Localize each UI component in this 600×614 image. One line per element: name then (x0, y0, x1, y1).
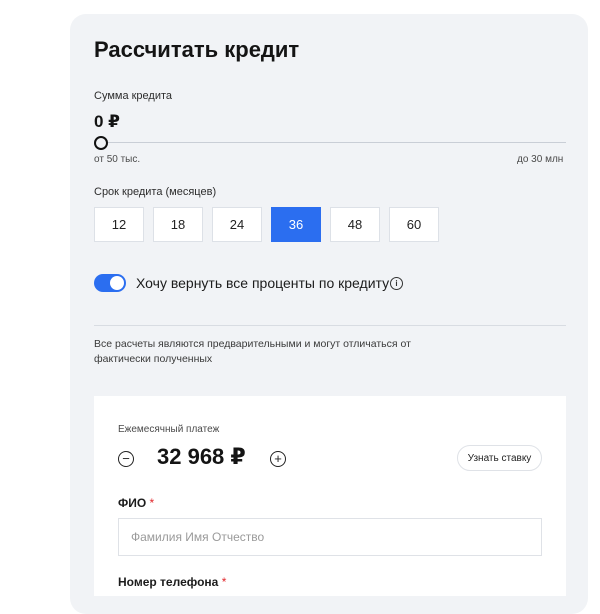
minus-icon[interactable]: − (118, 451, 134, 467)
amount-label: Сумма кредита (94, 90, 173, 102)
term-option-48[interactable]: 48 (330, 207, 380, 242)
name-field-label: ФИО * (118, 496, 154, 510)
term-option-24[interactable]: 24 (212, 207, 262, 242)
name-label-text: ФИО (118, 496, 147, 510)
monthly-payment-value: 32 968 ₽ (157, 444, 246, 469)
term-label: Срок кредита (месяцев) (94, 186, 217, 198)
plus-icon[interactable]: + (270, 451, 286, 467)
refund-interest-toggle[interactable] (94, 274, 126, 292)
term-option-12[interactable]: 12 (94, 207, 144, 242)
term-option-36[interactable]: 36 (271, 207, 321, 242)
range-max-label: до 30 млн (517, 154, 564, 165)
amount-value: 0 ₽ (94, 112, 121, 131)
term-option-60[interactable]: 60 (389, 207, 439, 242)
page-title: Рассчитать кредит (94, 37, 300, 62)
amount-slider-thumb[interactable] (94, 136, 108, 150)
required-mark: * (149, 496, 155, 510)
name-input[interactable]: Фамилия Имя Отчество (118, 518, 542, 556)
monthly-payment-label: Ежемесячный платеж (118, 424, 220, 435)
term-selector: 12 18 24 36 48 60 (94, 207, 439, 242)
toggle-knob (110, 276, 124, 290)
info-icon[interactable]: i (390, 277, 403, 290)
amount-slider-track[interactable] (100, 142, 566, 143)
refund-interest-label: Хочу вернуть все проценты по кредиту (136, 275, 390, 291)
get-rate-button[interactable]: Узнать ставку (457, 445, 542, 471)
disclaimer-text: Все расчеты являются предварительными и … (94, 338, 411, 365)
term-option-18[interactable]: 18 (153, 207, 203, 242)
divider (94, 325, 566, 326)
range-min-label: от 50 тыс. (94, 154, 141, 165)
